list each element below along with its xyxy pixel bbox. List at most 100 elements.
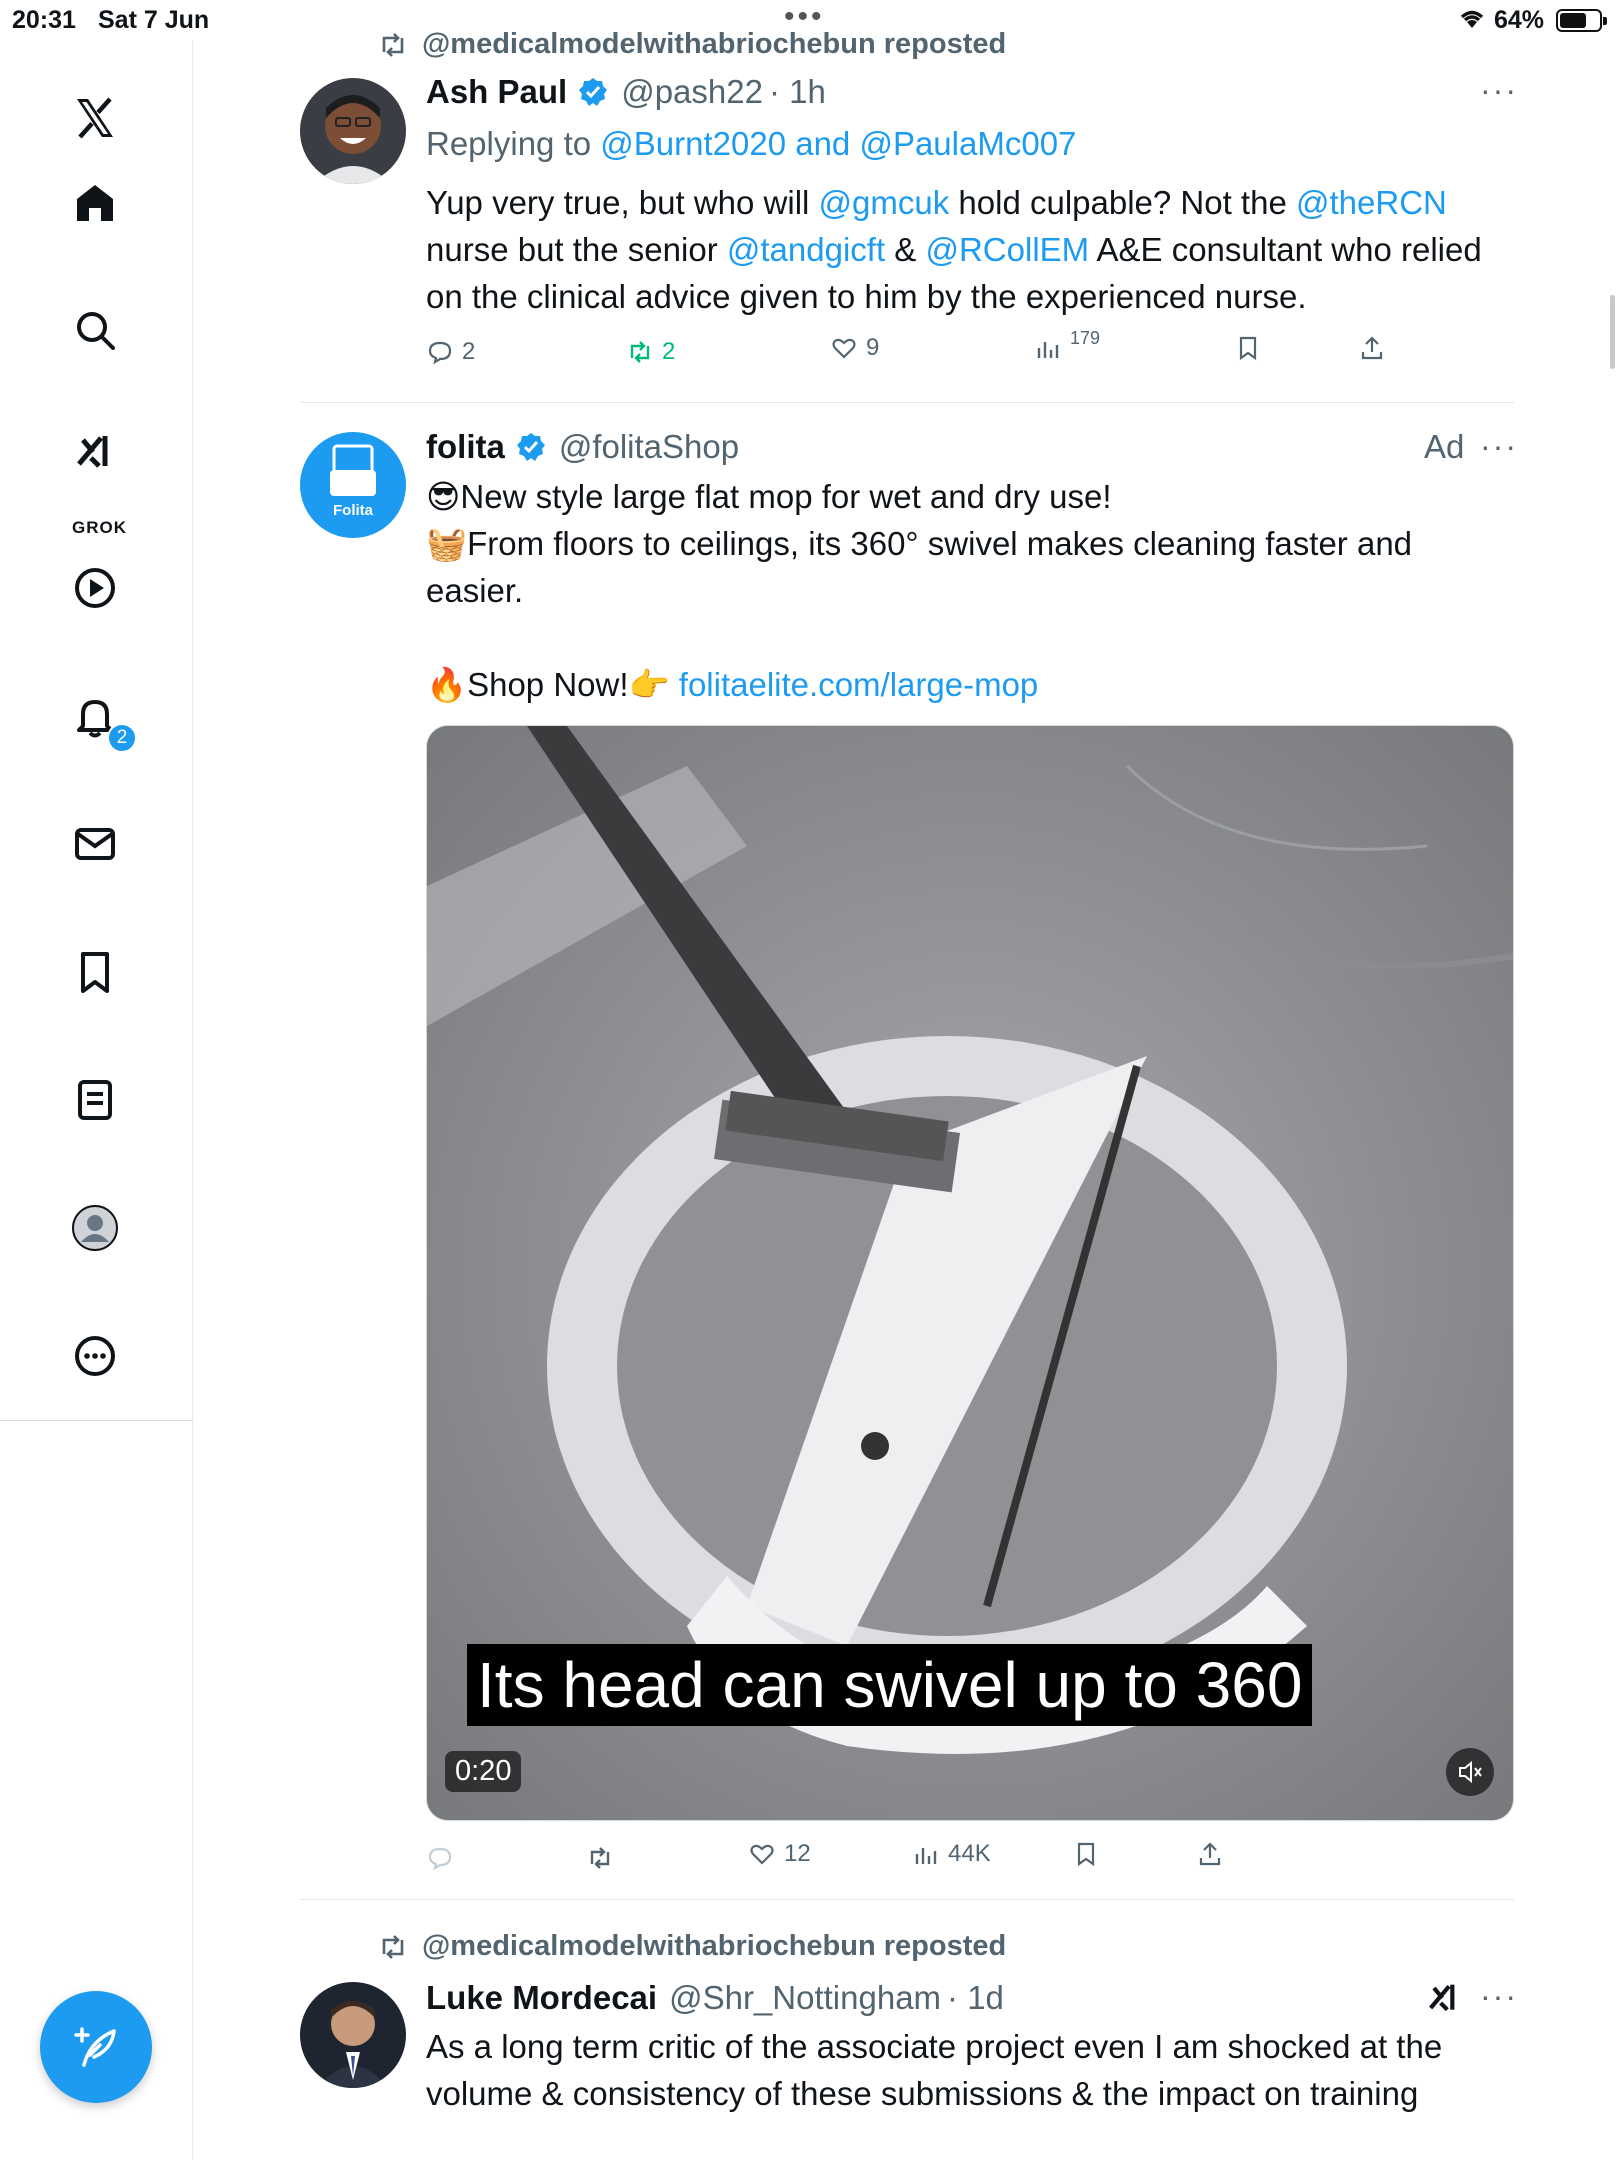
mention-link[interactable]: @theRCN [1296, 184, 1447, 221]
repost-by-text[interactable]: @medicalmodelwithabriochebun reposted [422, 1930, 1006, 1963]
battery-icon [1556, 9, 1607, 32]
video-player[interactable]: Its head can swivel up to 360 0:20 [426, 725, 1514, 1821]
x-logo-icon[interactable] [65, 88, 125, 148]
views-chart-icon [1037, 342, 1059, 358]
tweet-time[interactable]: · 1d [947, 1979, 1004, 2017]
like-button[interactable]: 12 [748, 1840, 811, 1868]
reply-button[interactable]: 2 [426, 338, 475, 366]
profile-icon[interactable] [65, 1198, 125, 1258]
tweet-text-segment: Yup very true, but who will [426, 184, 819, 221]
heart-icon [750, 1844, 774, 1865]
more-options-icon[interactable]: ··· [1480, 72, 1518, 109]
repost-indicator: @medicalmodelwithabriochebun reposted [378, 1930, 1006, 1963]
share-icon [1199, 1842, 1221, 1866]
battery-percent: 64% [1494, 6, 1545, 34]
grok-explain-icon[interactable] [1424, 1978, 1464, 2023]
mute-button[interactable] [1446, 1748, 1494, 1796]
tweet-divider [300, 1899, 1514, 1900]
ad-line-1: 😎New style large flat mop for wet and dr… [426, 478, 1112, 515]
reply-icon [428, 341, 452, 365]
view-count: 179 [1070, 327, 1101, 348]
notifications-badge: 2 [107, 723, 137, 753]
tweet-header: folita @folitaShop [426, 428, 739, 466]
wifi-icon [1457, 6, 1487, 37]
lists-icon[interactable] [65, 1070, 125, 1130]
ad-line-3: 🔥Shop Now!👉 folitaelite.com/large-mop [426, 661, 1516, 708]
views-button[interactable]: 44K [912, 1840, 991, 1868]
tweet-text-segment: hold culpable? Not the [949, 184, 1296, 221]
more-circle-icon[interactable] [65, 1326, 125, 1386]
verified-badge-icon [579, 78, 608, 106]
bookmark-button[interactable] [1072, 1840, 1100, 1868]
repost-icon [630, 341, 650, 363]
repost-by-text[interactable]: @medicalmodelwithabriochebun reposted [422, 28, 1006, 61]
tweet-text: Yup very true, but who will @gmcuk hold … [426, 179, 1516, 320]
compose-feather-icon [74, 2027, 116, 2067]
bookmark-button[interactable] [1234, 334, 1262, 362]
reply-count: 2 [462, 338, 476, 365]
repost-button[interactable] [586, 1844, 622, 1872]
avatar-folita[interactable]: Folita [300, 432, 406, 538]
status-time: 20:31 [12, 6, 76, 34]
ad-label: Ad [1424, 428, 1465, 465]
repost-count: 2 [662, 338, 676, 365]
home-icon[interactable] [65, 173, 125, 233]
view-count: 44K [948, 1840, 991, 1867]
tweet-text-segment: nurse but the senior [426, 231, 727, 268]
sidebar-divider [0, 1420, 193, 1421]
reply-button[interactable] [426, 1844, 462, 1872]
reply-context: Replying to @Burnt2020 and @PaulaMc007 [426, 120, 1076, 167]
author-name[interactable]: folita [426, 428, 505, 466]
avatar-logo-text: Folita [333, 502, 373, 519]
sidebar-nav: GROK 2 [0, 40, 193, 2160]
search-icon[interactable] [65, 300, 125, 360]
status-date: Sat 7 Jun [98, 6, 210, 34]
bookmark-icon [1077, 1842, 1095, 1867]
author-name[interactable]: Luke Mordecai [426, 1979, 657, 2017]
tweet-divider [300, 402, 1514, 403]
share-icon [1361, 336, 1383, 360]
avatar-ash-paul[interactable] [300, 78, 406, 184]
avatar-luke-mordecai[interactable] [300, 1982, 406, 2088]
repost-button[interactable]: 2 [626, 338, 675, 366]
video-duration: 0:20 [445, 1751, 522, 1792]
grok-label: GROK [72, 518, 127, 537]
video-play-icon[interactable] [65, 558, 125, 618]
video-caption: Its head can swivel up to 360 [467, 1644, 1313, 1726]
like-count: 9 [866, 334, 880, 361]
more-options-icon[interactable]: ··· [1480, 1978, 1518, 2015]
tweet-text: 😎New style large flat mop for wet and dr… [426, 473, 1516, 708]
ad-link[interactable]: folitaelite.com/large-mop [679, 666, 1039, 703]
tweet-header: Luke Mordecai @Shr_Nottingham · 1d [426, 1979, 1004, 2017]
verified-badge-icon [516, 433, 545, 461]
author-handle[interactable]: @folitaShop [559, 428, 739, 466]
heart-icon [832, 338, 856, 359]
shop-now-text: 🔥Shop Now!👉 [426, 666, 679, 703]
compose-button[interactable] [40, 1991, 152, 2103]
like-button[interactable]: 9 [830, 334, 879, 362]
more-options-icon[interactable]: ··· [1480, 428, 1518, 465]
bookmark-icon [1239, 336, 1257, 361]
reply-to-handles[interactable]: @Burnt2020 and @PaulaMc007 [600, 125, 1076, 162]
mention-link[interactable]: @gmcuk [819, 184, 950, 221]
author-handle[interactable]: @pash22 [621, 73, 763, 111]
replying-to-label: Replying to [426, 125, 601, 162]
ad-line-2: 🧺From floors to ceilings, its 360° swive… [426, 525, 1413, 609]
author-name[interactable]: Ash Paul [426, 73, 567, 111]
author-handle[interactable]: @Shr_Nottingham [669, 1979, 941, 2017]
tweet-time[interactable]: · 1h [769, 73, 826, 111]
mention-link[interactable]: @RCollEM [925, 231, 1089, 268]
views-chart-icon [915, 1848, 937, 1864]
share-button[interactable] [1196, 1840, 1224, 1868]
mention-link[interactable]: @tandgicft [727, 231, 885, 268]
repost-indicator: @medicalmodelwithabriochebun reposted [378, 28, 1006, 61]
speaker-muted-icon [1459, 1760, 1482, 1784]
tweet-header: Ash Paul @pash22 · 1h [426, 73, 826, 111]
messages-envelope-icon[interactable] [65, 814, 125, 874]
tweet-text-segment: & [885, 231, 926, 268]
share-button[interactable] [1358, 334, 1386, 362]
scrollbar-thumb[interactable] [1610, 295, 1615, 369]
views-button[interactable]: 179 [1034, 328, 1100, 362]
grok-icon[interactable] [65, 422, 125, 482]
bookmarks-icon[interactable] [65, 942, 125, 1002]
